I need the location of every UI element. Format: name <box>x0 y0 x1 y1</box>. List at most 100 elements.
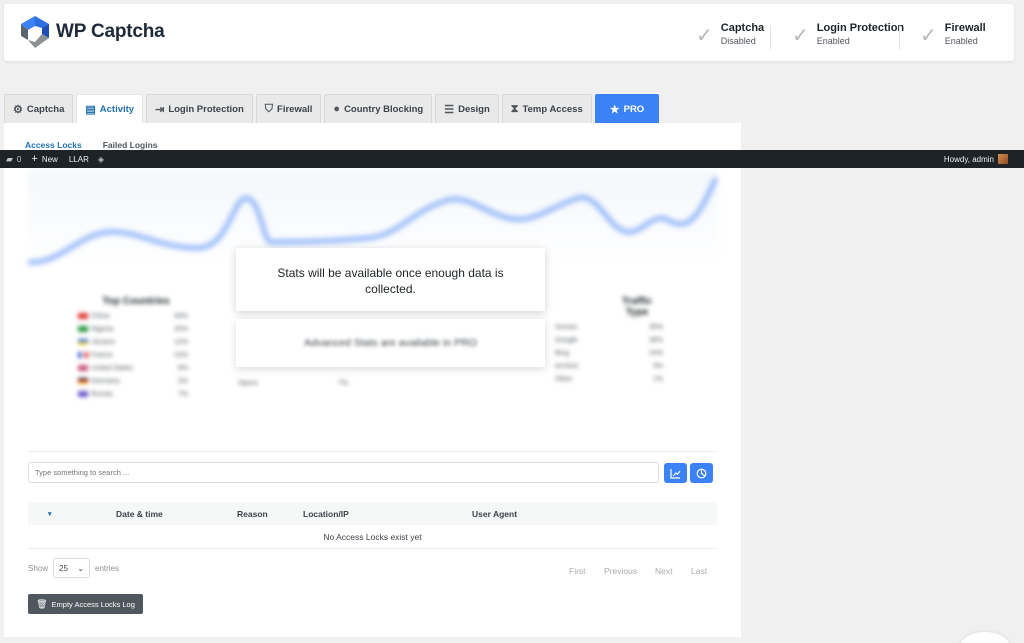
new-label: New <box>41 154 58 164</box>
column-user-agent[interactable]: User Agent <box>472 509 517 519</box>
comments-count: 0 <box>16 154 22 164</box>
tab-captcha[interactable]: ⚙ Captcha <box>4 94 74 123</box>
tab-label: Temp Access <box>522 103 583 115</box>
status-label: Captcha <box>720 22 765 34</box>
new-content-link[interactable]: + New <box>31 153 57 165</box>
tab-label: Login Protection <box>168 103 244 115</box>
document-icon: ▤ <box>85 103 96 116</box>
country-row: Russia 7% <box>78 391 188 398</box>
pro-stats-notice: Advanced Stats are available in PRO <box>236 319 545 367</box>
empty-log-label: Empty Access Locks Log <box>51 599 135 609</box>
country-row: United States 8% <box>78 365 188 372</box>
status-divider <box>899 26 900 50</box>
diamond-icon[interactable]: ◈ <box>98 155 104 164</box>
country-row: Germany 3% <box>78 378 188 385</box>
status-login-protection: ✓ Login Protection Enabled <box>792 22 904 48</box>
entries-value: 25 <box>59 563 68 573</box>
tab-temp-access[interactable]: ⧗ Temp Access <box>501 94 592 123</box>
country-row: China 40% <box>78 313 188 320</box>
column-date-time[interactable]: Date & time <box>116 509 163 519</box>
chevron-down-icon: ⌄ <box>77 563 85 573</box>
top-countries-title: Top Countries <box>102 296 170 307</box>
traffic-row: Human 35% <box>555 324 663 331</box>
pie-chart-icon <box>696 468 707 478</box>
wp-admin-bar: ▰ 0 + New LLAR ◈ Howdy, admin <box>0 150 1024 168</box>
pie-view-button[interactable] <box>690 463 713 483</box>
traffic-row: Bing 24% <box>555 350 663 357</box>
globe-icon: ● <box>333 103 341 115</box>
section-divider <box>28 451 717 452</box>
status-value: Disabled <box>720 36 756 46</box>
search-input[interactable] <box>28 462 659 483</box>
check-icon: ✓ <box>920 25 937 47</box>
avatar <box>998 154 1008 164</box>
stats-unavailable-notice: Stats will be available once enough data… <box>236 248 545 311</box>
account-menu[interactable]: Howdy, admin <box>944 154 1008 164</box>
hourglass-icon: ⧗ <box>510 102 519 115</box>
traffic-row: Other 1% <box>555 376 663 383</box>
main-tabs: ⚙ Captcha ▤ Activity ⇥ Login Protection … <box>4 94 662 123</box>
tab-label: Design <box>458 103 490 115</box>
check-icon: ✓ <box>792 25 809 47</box>
status-captcha: ✓ Captcha Disabled <box>696 22 764 48</box>
pagination-previous[interactable]: Previous <box>604 566 637 576</box>
tab-firewall[interactable]: ⛉ Firewall <box>255 94 322 123</box>
logo-text: WP Captcha <box>56 21 165 42</box>
stat-row: Opera 7% <box>238 380 348 387</box>
status-firewall: ✓ Firewall Enabled <box>920 22 986 48</box>
column-location-ip[interactable]: Location/IP <box>303 509 349 519</box>
country-row: France 10% <box>78 352 188 359</box>
tab-design[interactable]: ☰ Design <box>435 94 499 123</box>
table-header: ▾ Date & time Reason Location/IP User Ag… <box>28 502 717 525</box>
table-empty-row: No Access Locks exist yet <box>28 525 717 549</box>
chart-view-button[interactable] <box>664 463 687 483</box>
country-row: Nigeria 20% <box>78 326 188 333</box>
comment-icon: ▰ <box>6 153 13 164</box>
traffic-row: Google 38% <box>555 337 663 344</box>
pagination-next[interactable]: Next <box>655 566 672 576</box>
column-reason[interactable]: Reason <box>237 509 268 519</box>
entries-select[interactable]: 25 ⌄ <box>53 558 91 578</box>
middle-stats-block: Opera 7% <box>238 374 348 387</box>
status-label: Login Protection <box>816 22 905 34</box>
howdy-text: Howdy, admin <box>943 154 994 164</box>
tab-login-protection[interactable]: ⇥ Login Protection <box>146 94 253 123</box>
traffic-row: Archive 3% <box>555 363 663 370</box>
country-row: Ukraine 12% <box>78 339 188 346</box>
pagination-first[interactable]: First <box>569 566 586 576</box>
stats-unavailable-text: Stats will be available once enough data… <box>277 266 504 296</box>
captcha-icon: ⚙ <box>13 103 23 116</box>
sort-down-icon[interactable]: ▾ <box>48 510 52 518</box>
llar-link[interactable]: LLAR <box>69 155 89 164</box>
traffic-type-block: Traffic Type Human 35% Google 38% Bing 24% … <box>555 296 663 383</box>
line-chart-icon <box>670 468 681 479</box>
entries-length: Show 25 ⌄ entries <box>28 558 119 578</box>
pagination-last[interactable]: Last <box>691 566 707 576</box>
logo: WP Captcha <box>18 14 165 50</box>
status-value: Enabled <box>816 36 850 46</box>
tab-label: Firewall <box>277 103 313 115</box>
comments-link[interactable]: ▰ 0 <box>6 154 21 165</box>
status-label: Firewall <box>944 22 986 34</box>
empty-log-button[interactable]: 🗑 Empty Access Locks Log <box>28 594 143 614</box>
star-icon: ★ <box>609 103 620 116</box>
top-countries-block: Top Countries China 40% Nigeria 20% Ukrain… <box>78 296 188 398</box>
status-value: Enabled <box>944 36 978 46</box>
traffic-type-title: Traffic Type <box>621 296 652 318</box>
status-divider <box>770 26 771 50</box>
wp-captcha-logo-icon <box>21 16 49 48</box>
pro-stats-text: Advanced Stats are available in PRO <box>304 337 477 349</box>
tab-label: PRO <box>623 103 645 115</box>
sliders-icon: ☰ <box>444 103 455 116</box>
show-label: Show <box>28 563 49 573</box>
trash-icon: 🗑 <box>36 598 48 609</box>
tab-label: Captcha <box>26 103 65 115</box>
tab-country-blocking[interactable]: ● Country Blocking <box>324 94 433 123</box>
tab-activity[interactable]: ▤ Activity <box>76 94 144 123</box>
floating-widget[interactable] <box>960 632 1010 643</box>
tab-pro[interactable]: ★ PRO <box>594 94 660 123</box>
tab-label: Country Blocking <box>344 103 424 115</box>
plus-icon: + <box>31 153 38 165</box>
tab-label: Activity <box>99 103 135 115</box>
plugin-header: WP Captcha ✓ Captcha Disabled ✓ Login Pr… <box>4 4 1014 61</box>
